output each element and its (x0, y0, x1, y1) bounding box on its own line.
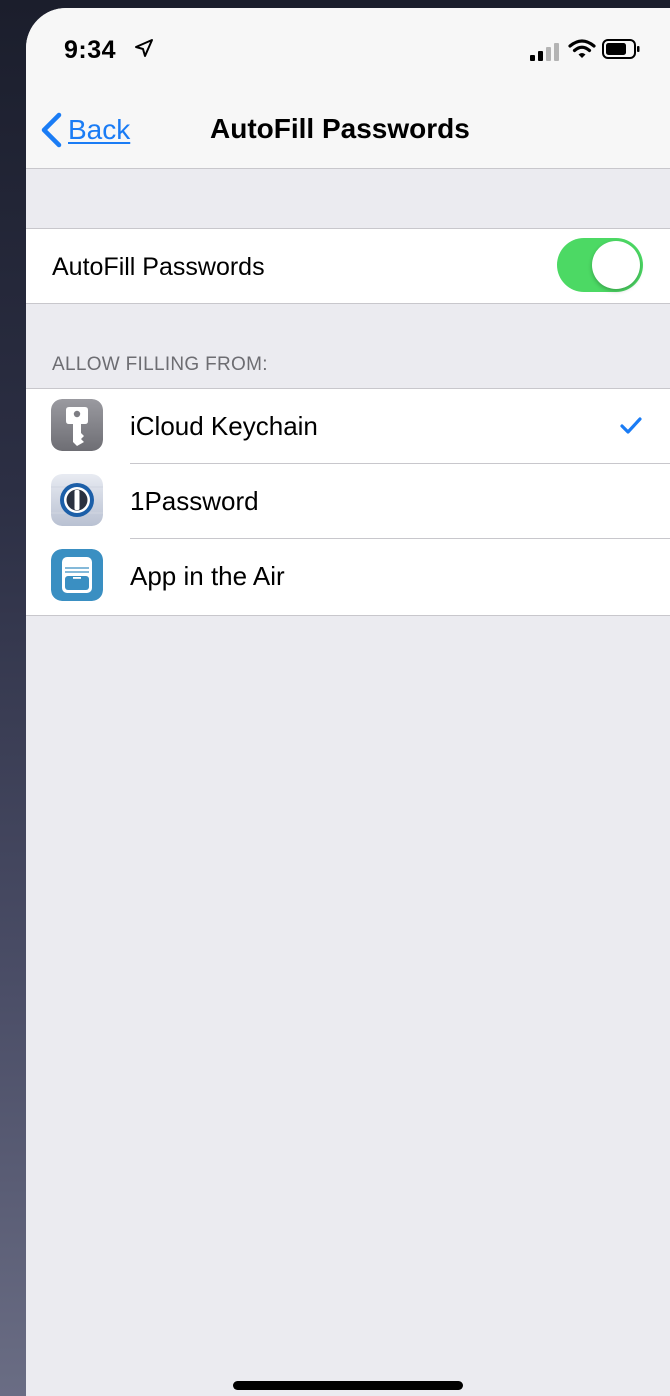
list-item-1password[interactable]: 1Password (26, 464, 670, 539)
1password-icon (51, 474, 103, 526)
battery-icon (602, 39, 640, 59)
checkmark-icon (620, 417, 642, 434)
autofill-toggle-label: AutoFill Passwords (52, 253, 265, 281)
list-item-label: App in the Air (130, 561, 285, 591)
list-item-label: iCloud Keychain (130, 411, 318, 441)
autofill-toggle-switch[interactable] (557, 238, 643, 292)
home-indicator[interactable] (233, 1381, 463, 1390)
app-in-the-air-icon (51, 549, 103, 601)
status-time: 9:34 (64, 36, 117, 64)
list-item-icloud-keychain[interactable]: iCloud Keychain (26, 389, 670, 464)
toggle-knob (592, 241, 640, 289)
back-label: Back (68, 114, 131, 145)
navigation-bar: Back AutoFill Passwords (26, 88, 670, 169)
list-item-label: 1Password (130, 486, 259, 516)
keychain-icon (51, 399, 103, 451)
page-title: AutoFill Passwords (210, 113, 470, 144)
status-bar: 9:34 (26, 8, 670, 88)
list-item-app-in-the-air[interactable]: App in the Air (26, 539, 670, 614)
wifi-icon (568, 39, 596, 58)
allow-filling-list: iCloud Keychain 1Password App in the Air (26, 388, 670, 616)
settings-screen: 9:34 Back AutoFill Passwords AutoFill Pa… (26, 8, 670, 1396)
location-arrow-icon (135, 39, 153, 57)
autofill-toggle-row: AutoFill Passwords (26, 228, 670, 304)
chevron-left-icon (41, 112, 62, 148)
cellular-signal-icon (530, 43, 559, 61)
back-button[interactable]: Back (40, 110, 130, 150)
section-header-allow-filling: ALLOW FILLING FROM: (52, 354, 268, 375)
